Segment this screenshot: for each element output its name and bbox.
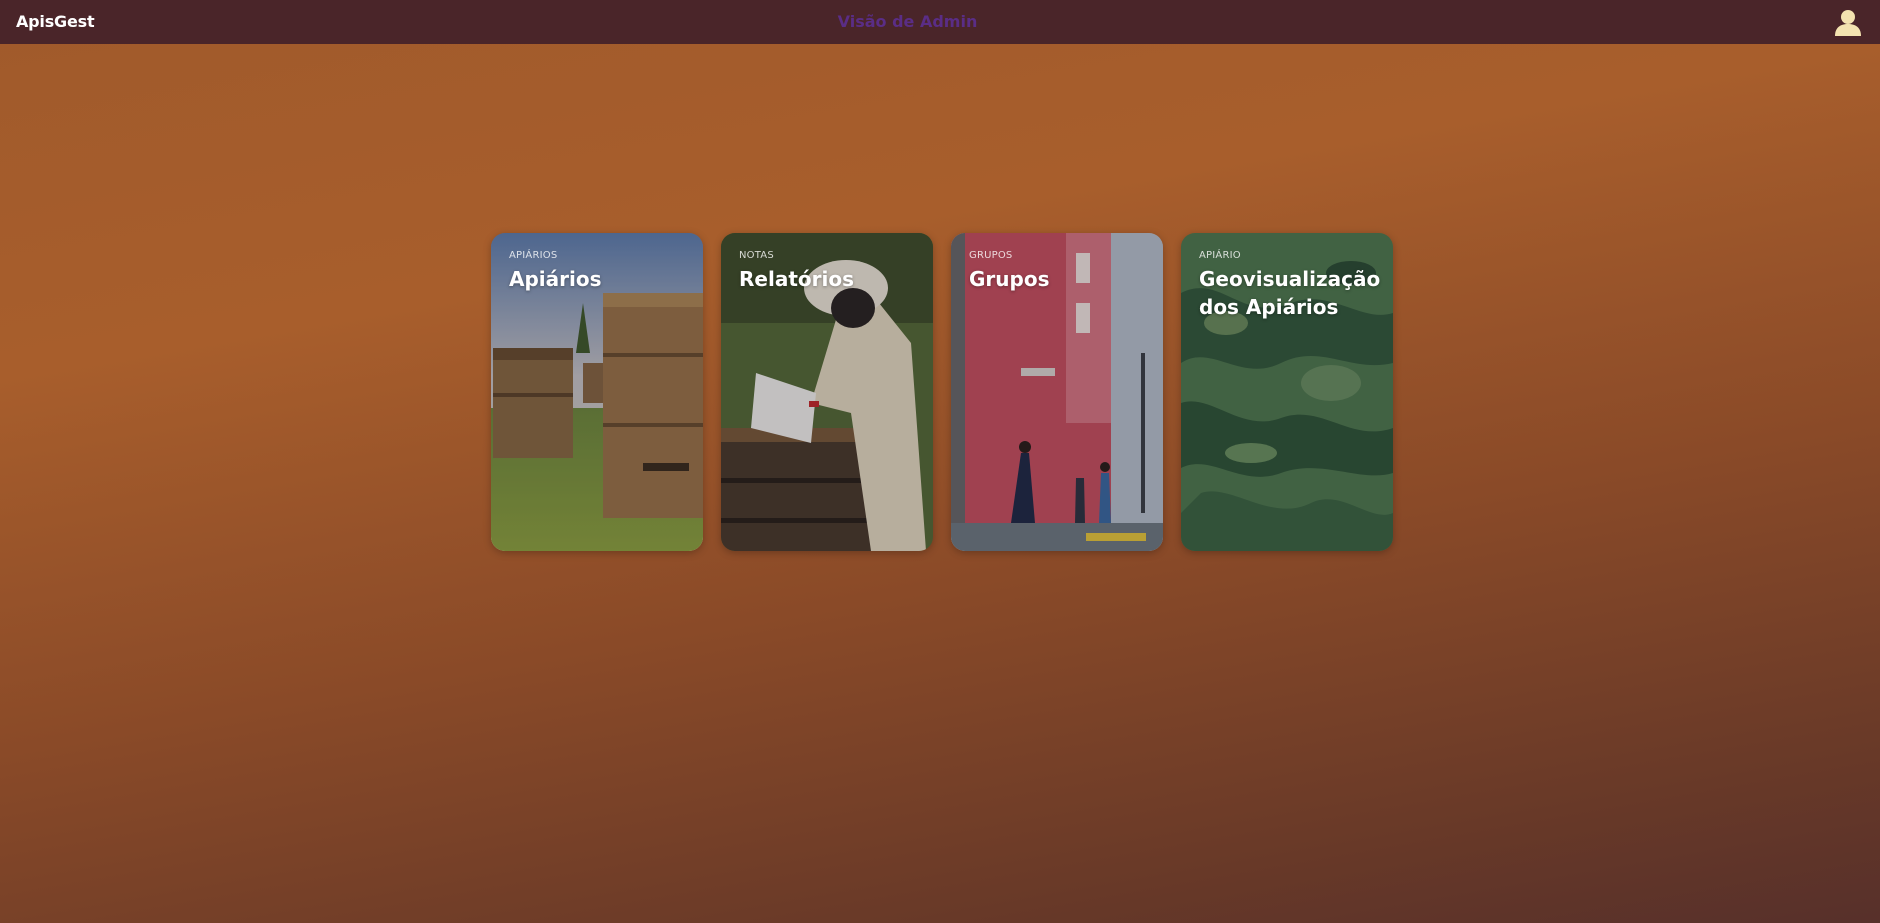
card-kicker: APIÁRIO: [1199, 250, 1241, 261]
user-icon: [1835, 10, 1861, 36]
card-title: Geovisualização dos Apiários: [1199, 267, 1381, 319]
card-apiarios[interactable]: APIÁRIOS Apiários: [491, 233, 703, 551]
card-text: APIÁRIO Geovisualização dos Apiários: [1199, 250, 1381, 321]
top-navbar: ApisGest Visão de Admin: [0, 0, 1880, 44]
card-grupos[interactable]: GRUPOS Grupos: [951, 233, 1163, 551]
card-kicker: GRUPOS: [969, 250, 1013, 261]
card-title: Apiários: [509, 267, 602, 291]
card-geovisualizacao[interactable]: APIÁRIO Geovisualização dos Apiários: [1181, 233, 1393, 551]
card-title: Grupos: [969, 267, 1050, 291]
dashboard-cards: APIÁRIOS Apiários NOTAS Relatórios GRUPO…: [491, 233, 1393, 551]
card-text: GRUPOS Grupos: [969, 250, 1149, 293]
user-profile-button[interactable]: [1834, 8, 1862, 36]
page-title: Visão de Admin: [837, 12, 978, 31]
card-relatorios[interactable]: NOTAS Relatórios: [721, 233, 933, 551]
card-kicker: NOTAS: [739, 250, 774, 261]
card-text: APIÁRIOS Apiários: [509, 250, 689, 293]
card-text: NOTAS Relatórios: [739, 250, 919, 293]
card-title: Relatórios: [739, 267, 854, 291]
card-kicker: APIÁRIOS: [509, 250, 558, 261]
